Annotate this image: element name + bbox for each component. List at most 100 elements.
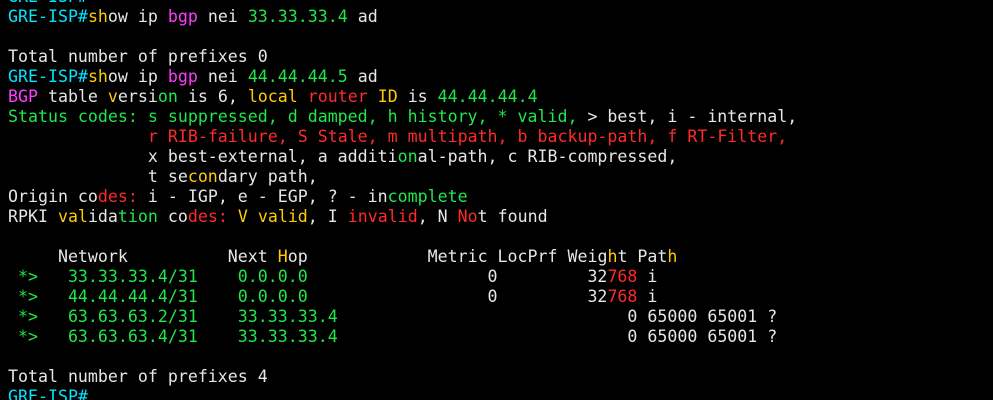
terminal-text-segment: i (637, 287, 658, 306)
terminal-line: Origin codes: i - IGP, e - EGP, ? - inco… (8, 187, 797, 207)
terminal-text-segment: on (157, 87, 178, 106)
terminal-text-segment: router (307, 87, 368, 106)
terminal-text-segment: t Pat (617, 247, 668, 266)
terminal-text-segment: GRE-ISP# (8, 67, 88, 86)
terminal-text-segment: 768 (607, 267, 638, 286)
terminal-line: GRE-ISP#show ip bgp nei 33.33.33.4 ad (8, 7, 797, 27)
terminal-text-segment: x best-external, a additi (8, 147, 398, 166)
terminal-text-segment: v (107, 87, 118, 106)
terminal-text-segment: is (397, 87, 438, 106)
terminal-text-segment: i (637, 267, 658, 286)
terminal-text-segment: nei (197, 7, 248, 26)
terminal-window[interactable]: GRE-ISP#GRE-ISP#show ip bgp nei 33.33.33… (0, 0, 993, 400)
terminal-text-segment: Origin co (8, 187, 98, 206)
terminal-text-segment: 44.44.44.4 (437, 87, 538, 106)
terminal-text-segment: Status codes: s suppressed, d damped, h … (8, 107, 588, 126)
terminal-text-segment: 0 65000 65001 ? (337, 327, 778, 346)
terminal-line: r RIB-failure, S Stale, m multipath, b b… (8, 127, 797, 147)
terminal-text-segment: 768 (607, 287, 638, 306)
terminal-text-segment: is 6, (177, 87, 248, 106)
terminal-line: *> 33.33.33.4/31 0.0.0.0 0 32768 i (8, 267, 797, 287)
terminal-text-segment: on (397, 147, 418, 166)
terminal-line: BGP table version is 6, local router ID … (8, 87, 797, 107)
terminal-text-segment: dary path, (217, 167, 318, 186)
terminal-text-segment: V (237, 207, 248, 226)
terminal-text-segment: sh (87, 7, 108, 26)
terminal-text-segment: 0 32 (307, 267, 608, 286)
terminal-line: t secondary path, (8, 167, 797, 187)
terminal-line: GRE-ISP# (8, 387, 797, 400)
terminal-text-segment: No (457, 207, 478, 226)
terminal-text-segment: 33.33.33.4 (247, 7, 348, 26)
terminal-text-segment: nei (197, 67, 248, 86)
terminal-output: GRE-ISP#GRE-ISP#show ip bgp nei 33.33.33… (8, 0, 797, 400)
terminal-text-segment: tion (117, 207, 158, 226)
terminal-text-segment: GRE-ISP# (8, 0, 88, 6)
terminal-text-segment: H (277, 247, 288, 266)
terminal-text-segment: ersi (117, 87, 158, 106)
terminal-text-segment: ad (347, 7, 378, 26)
terminal-text-segment: , I (307, 207, 348, 226)
terminal-text-segment: Network Next (8, 247, 278, 266)
terminal-text-segment: 0 32 (307, 287, 608, 306)
terminal-text-segment: t found (477, 207, 548, 226)
terminal-text-segment: des: (187, 207, 228, 226)
terminal-text-segment: i - IGP, e - EGP, ? - in (137, 187, 388, 206)
terminal-text-segment: Total number of prefixes 0 (8, 47, 268, 66)
terminal-text-segment: val (57, 207, 88, 226)
terminal-line: Total number of prefixes 0 (8, 47, 797, 67)
terminal-line: *> 44.44.44.4/31 0.0.0.0 0 32768 i (8, 287, 797, 307)
terminal-text-segment: ida (87, 207, 118, 226)
terminal-text-segment: ad (347, 67, 378, 86)
terminal-text-segment: 44.44.44.5 (247, 67, 348, 86)
terminal-text-segment: invalid (347, 207, 418, 226)
terminal-text-segment: h (667, 247, 678, 266)
terminal-line: *> 63.63.63.4/31 33.33.33.4 0 65000 6500… (8, 327, 797, 347)
terminal-line: GRE-ISP# (8, 0, 797, 7)
terminal-text-segment: ow ip (107, 67, 168, 86)
terminal-text-segment: h (607, 247, 618, 266)
terminal-text-segment: *> 44.44.44.4/31 0.0.0.0 (8, 287, 308, 306)
terminal-text-segment: ID (377, 87, 398, 106)
terminal-text-segment: co (157, 207, 188, 226)
terminal-text-segment: , N (417, 207, 458, 226)
terminal-line: x best-external, a additional-path, c RI… (8, 147, 797, 167)
terminal-text-segment: 0 65000 65001 ? (337, 307, 778, 326)
terminal-text-segment: bgp (167, 67, 198, 86)
terminal-text-segment: RPKI (8, 207, 58, 226)
terminal-text-segment: table (37, 87, 108, 106)
terminal-text-segment: des: (97, 187, 138, 206)
terminal-text-segment: BGP (8, 87, 38, 106)
terminal-line: Status codes: s suppressed, d damped, h … (8, 107, 797, 127)
terminal-text-segment: bgp (167, 7, 198, 26)
terminal-line: Network Next Hop Metric LocPrf Weight Pa… (8, 247, 797, 267)
terminal-text-segment: complete (387, 187, 468, 206)
terminal-text-segment: op Metric LocPrf Weig (287, 247, 608, 266)
terminal-text-segment: r RIB-failure, S Stale, m multipath, b b… (147, 127, 788, 146)
terminal-line: GRE-ISP#show ip bgp nei 44.44.44.5 ad (8, 67, 797, 87)
terminal-text-segment: *> 33.33.33.4/31 0.0.0.0 (8, 267, 308, 286)
terminal-line: *> 63.63.63.2/31 33.33.33.4 0 65000 6500… (8, 307, 797, 327)
terminal-text-segment: t se (8, 167, 188, 186)
terminal-text-segment: GRE-ISP# (8, 387, 88, 400)
terminal-text-segment: al-path, c RIB-compressed, (417, 147, 678, 166)
terminal-text-segment: *> 63.63.63.2/31 33.33.33.4 (8, 307, 338, 326)
terminal-text-segment: Total number of prefixes 4 (8, 367, 268, 386)
terminal-text-segment: > best, i - internal, (587, 107, 798, 126)
terminal-text-segment: local (247, 87, 298, 106)
terminal-line: Total number of prefixes 4 (8, 367, 797, 387)
terminal-text-segment: ow ip (107, 7, 168, 26)
terminal-line: RPKI validation codes: V valid, I invali… (8, 207, 797, 227)
terminal-text-segment: *> 63.63.63.4/31 33.33.33.4 (8, 327, 338, 346)
terminal-text-segment: con (187, 167, 218, 186)
terminal-text-segment: sh (87, 67, 108, 86)
terminal-text-segment: valid (257, 207, 308, 226)
